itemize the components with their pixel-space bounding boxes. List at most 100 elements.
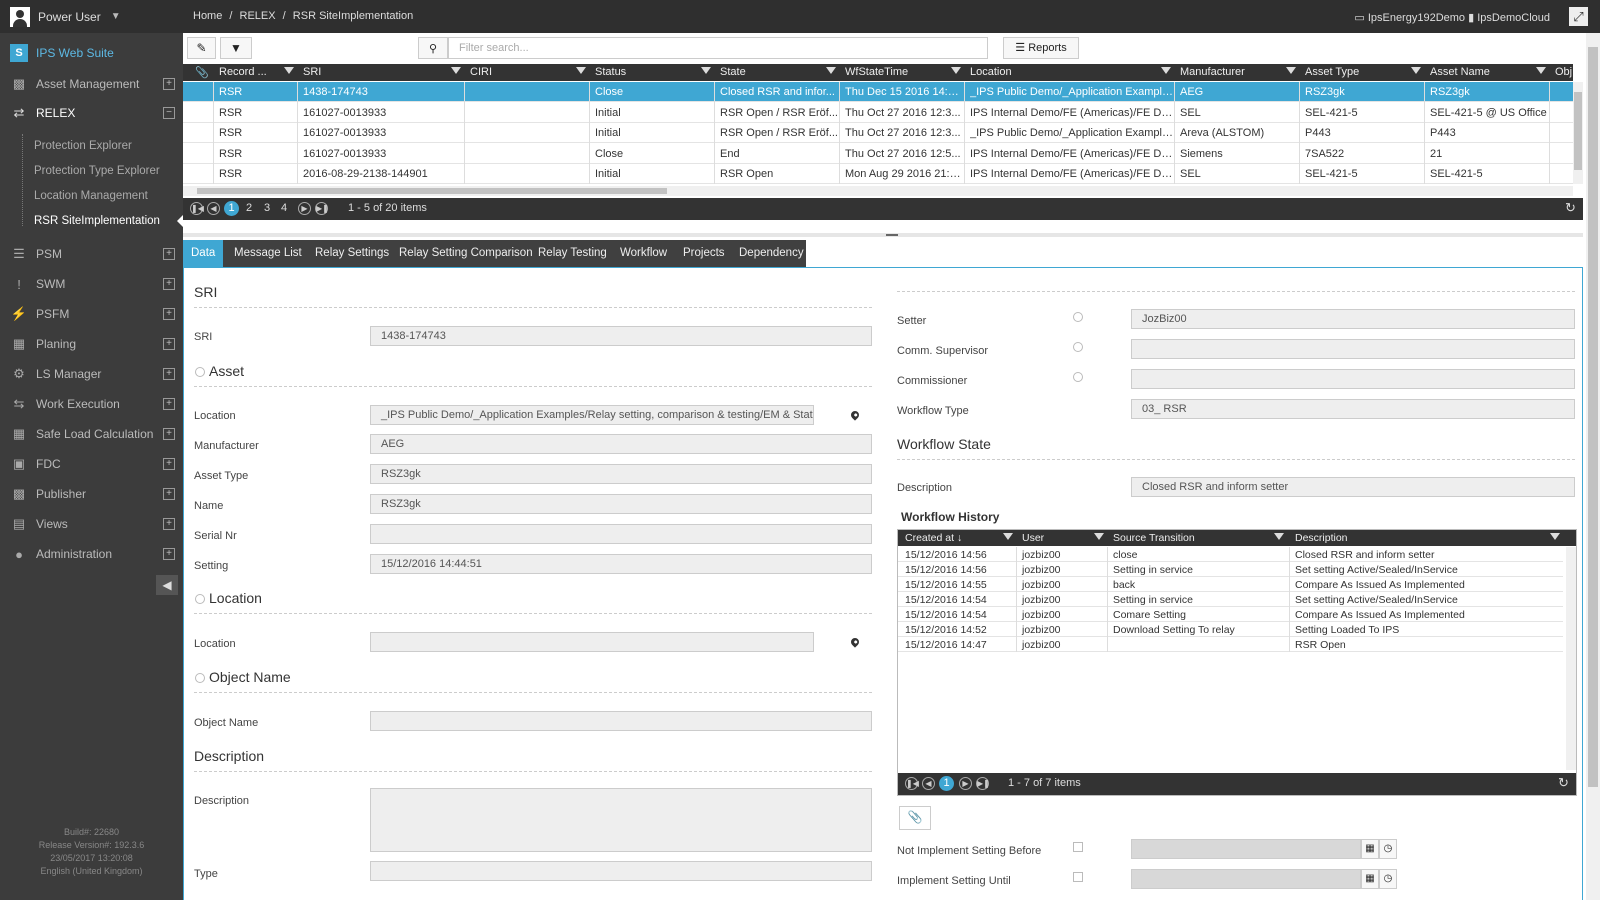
grid-horizontal-scrollbar[interactable]: [183, 186, 1573, 196]
sidebar-item-relex[interactable]: ⇄ RELEX −: [0, 99, 183, 127]
sidebar-item-work-execution[interactable]: ⇆ Work Execution +: [0, 390, 183, 418]
commissioner-radio[interactable]: [1073, 372, 1083, 382]
tab-workflow[interactable]: Workflow: [612, 240, 675, 267]
comm-supervisor-field[interactable]: [1131, 339, 1575, 359]
history-page-1[interactable]: 1: [939, 776, 954, 791]
tab-relay-testing[interactable]: Relay Testing: [530, 240, 615, 267]
table-row[interactable]: RSR 2016-08-29-2138-144901 Initial RSR Open…: [183, 164, 1573, 184]
filter-icon[interactable]: [951, 67, 961, 74]
filter-button[interactable]: ▼: [220, 37, 252, 59]
page-scrollbar[interactable]: [1586, 33, 1600, 900]
search-input[interactable]: Filter search...: [448, 37, 988, 59]
sidebar-item-publisher[interactable]: ▩ Publisher +: [0, 480, 183, 508]
history-row[interactable]: 15/12/2016 14:54 jozbiz00 Comare Setting Co…: [898, 607, 1563, 622]
collapse-sidebar-button[interactable]: ◀: [156, 575, 178, 595]
filter-icon[interactable]: [701, 67, 711, 74]
type-field[interactable]: [370, 861, 872, 881]
next-page-icon[interactable]: ▶: [959, 777, 972, 790]
refresh-icon[interactable]: ↻: [1565, 200, 1576, 216]
manufacturer-field[interactable]: AEG: [370, 434, 872, 454]
expand-icon[interactable]: +: [163, 458, 175, 470]
sri-field[interactable]: 1438-174743: [370, 326, 872, 346]
prev-page-icon[interactable]: ◀: [922, 777, 935, 790]
filter-icon[interactable]: [1286, 67, 1296, 74]
sidebar-item-safe-load-calculation[interactable]: ▦ Safe Load Calculation +: [0, 420, 183, 448]
search-button[interactable]: ⚲: [418, 37, 448, 59]
column-header-ciri[interactable]: CIRI: [470, 66, 492, 80]
grid-vertical-scrollbar[interactable]: [1573, 82, 1583, 184]
sidebar-sub-protection-explorer[interactable]: Protection Explorer: [34, 140, 132, 152]
next-page-icon[interactable]: ▶: [298, 202, 311, 215]
serial-nr-field[interactable]: [370, 524, 872, 544]
tab-message-list[interactable]: Message List: [226, 240, 310, 267]
fullscreen-button[interactable]: ⤢: [1569, 7, 1588, 26]
app-title[interactable]: S IPS Web Suite: [10, 44, 114, 62]
expand-icon[interactable]: +: [163, 548, 175, 560]
history-col-created[interactable]: Created at ↓: [905, 532, 962, 546]
sidebar-item-views[interactable]: ▤ Views +: [0, 510, 183, 538]
setter-radio[interactable]: [1073, 312, 1083, 322]
clock-icon[interactable]: ◷: [1379, 839, 1397, 859]
table-row[interactable]: RSR 1438-174743 Close Closed RSR and infor.…: [183, 82, 1573, 102]
user-menu[interactable]: Power User ▼: [0, 0, 183, 33]
expand-icon[interactable]: +: [163, 518, 175, 530]
history-scrollbar[interactable]: [1566, 547, 1576, 770]
location2-field[interactable]: [370, 632, 814, 652]
column-header-obj[interactable]: Obj: [1555, 66, 1572, 80]
tab-data[interactable]: Data: [183, 240, 224, 267]
filter-icon[interactable]: [451, 67, 461, 74]
filter-icon[interactable]: [826, 67, 836, 74]
sidebar-item-fdc[interactable]: ▣ FDC +: [0, 450, 183, 478]
filter-icon[interactable]: [1161, 67, 1171, 74]
location-radio[interactable]: [195, 594, 205, 604]
filter-icon[interactable]: [1411, 67, 1421, 74]
history-row[interactable]: 15/12/2016 14:55 jozbiz00 back Compare As I…: [898, 577, 1563, 592]
tab-projects[interactable]: Projects: [675, 240, 733, 267]
history-row[interactable]: 15/12/2016 14:54 jozbiz00 Setting in servi…: [898, 592, 1563, 607]
clock-icon[interactable]: ◷: [1379, 869, 1397, 889]
implement-until-date[interactable]: [1131, 869, 1361, 889]
sidebar-item-administration[interactable]: ● Administration +: [0, 540, 183, 568]
column-header-record[interactable]: Record ...: [219, 66, 267, 80]
sidebar-item-asset-management[interactable]: ▩ Asset Management +: [0, 70, 183, 98]
first-page-icon[interactable]: ❚◀: [905, 777, 919, 790]
column-header-wfstatetime[interactable]: WfStateTime: [845, 66, 908, 80]
sidebar-item-swm[interactable]: ! SWM +: [0, 270, 183, 298]
filter-icon[interactable]: [1003, 533, 1013, 540]
location-field[interactable]: _IPS Public Demo/_Application Examples/R…: [370, 405, 814, 425]
page-4[interactable]: 4: [281, 202, 287, 214]
reports-button[interactable]: ☰ Reports: [1003, 37, 1079, 59]
filter-icon[interactable]: [576, 67, 586, 74]
column-header-manufacturer[interactable]: Manufacturer: [1180, 66, 1245, 80]
wf-description-field[interactable]: Closed RSR and inform setter: [1131, 477, 1575, 497]
sidebar-sub-protection-type-explorer[interactable]: Protection Type Explorer: [34, 165, 160, 177]
expand-icon[interactable]: +: [163, 78, 175, 90]
page-2[interactable]: 2: [246, 202, 252, 214]
setter-field[interactable]: JozBiz00: [1131, 309, 1575, 329]
expand-icon[interactable]: +: [163, 308, 175, 320]
expand-icon[interactable]: +: [163, 338, 175, 350]
column-header-location[interactable]: Location: [970, 66, 1012, 80]
asset-radio[interactable]: [195, 367, 205, 377]
sidebar-item-psm[interactable]: ☰ PSM +: [0, 240, 183, 268]
table-row[interactable]: RSR 161027-0013933 Close End Thu Oct 27 2016…: [183, 144, 1573, 164]
history-col-user[interactable]: User: [1022, 532, 1044, 546]
refresh-icon[interactable]: ↻: [1558, 775, 1569, 791]
setting-field[interactable]: 15/12/2016 14:44:51: [370, 554, 872, 574]
breadcrumb-relex[interactable]: RELEX: [240, 10, 276, 22]
filter-icon[interactable]: [284, 67, 294, 74]
table-row[interactable]: RSR 161027-0013933 Initial RSR Open / RSR E…: [183, 123, 1573, 143]
filter-icon[interactable]: [1274, 533, 1284, 540]
expand-icon[interactable]: +: [163, 278, 175, 290]
sidebar-item-psfm[interactable]: ⚡ PSFM +: [0, 300, 183, 328]
expand-icon[interactable]: +: [163, 488, 175, 500]
column-header-sri[interactable]: SRI: [303, 66, 321, 80]
object-name-field[interactable]: [370, 711, 872, 731]
page-1[interactable]: 1: [224, 201, 239, 216]
comm-supervisor-radio[interactable]: [1073, 342, 1083, 352]
filter-icon[interactable]: [1550, 533, 1560, 540]
implement-until-checkbox[interactable]: [1073, 872, 1083, 882]
column-header-state[interactable]: State: [720, 66, 746, 80]
workflow-type-field[interactable]: 03_ RSR: [1131, 399, 1575, 419]
breadcrumb-home[interactable]: Home: [193, 10, 222, 22]
